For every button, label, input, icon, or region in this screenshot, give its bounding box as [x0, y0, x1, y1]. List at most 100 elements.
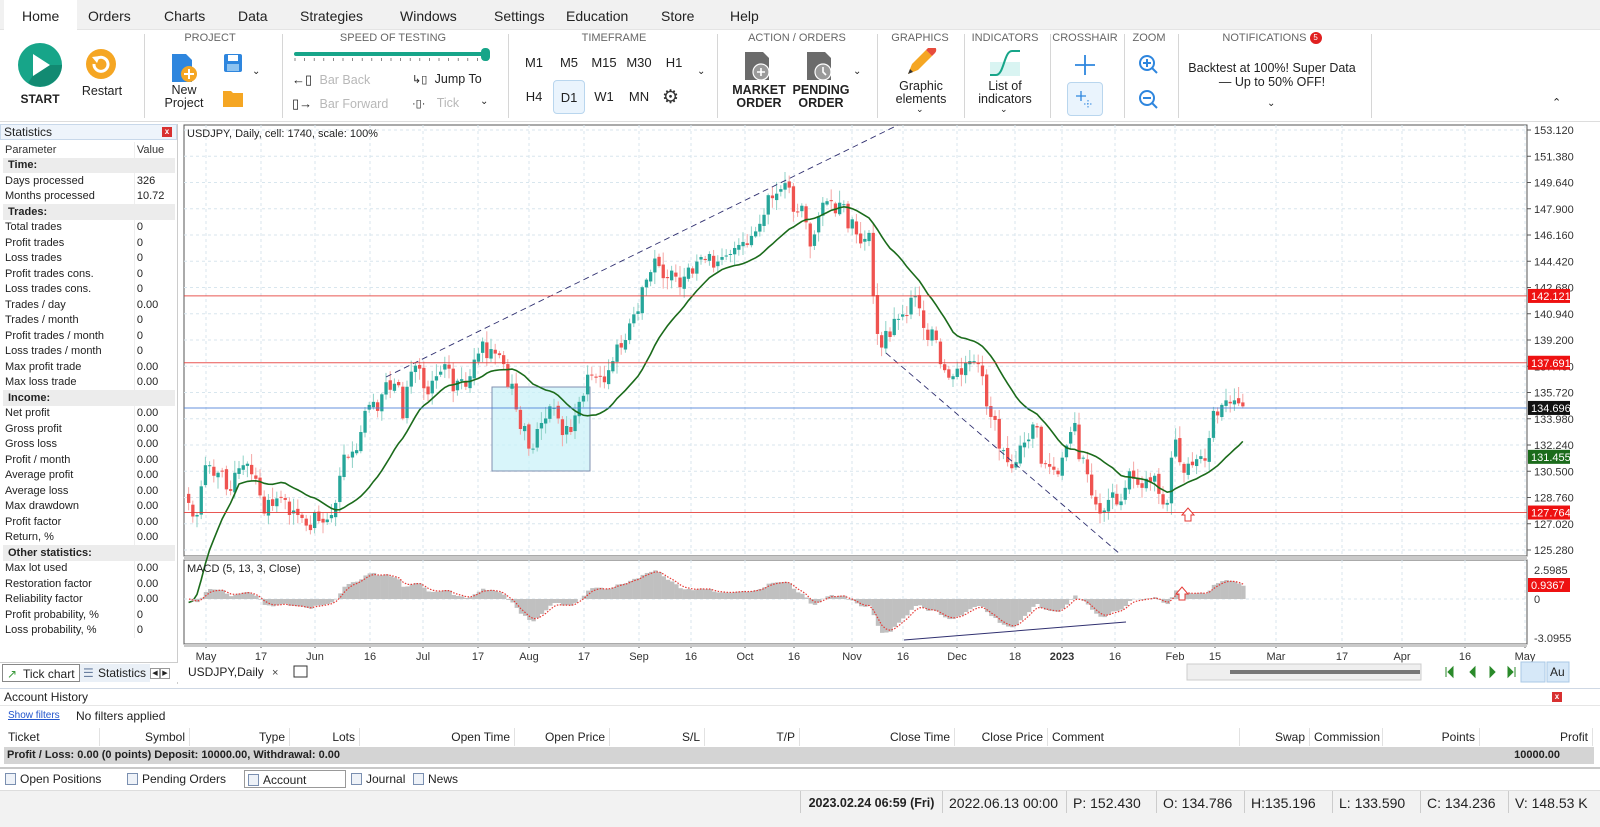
menu-store[interactable]: Store	[643, 0, 712, 30]
tab-news[interactable]: News	[410, 770, 460, 788]
notifications-group-title: NOTIFICATIONS	[1222, 32, 1307, 44]
timeframe-m5[interactable]: M5	[553, 46, 585, 80]
tab-statistics[interactable]: ☰ Statistics	[80, 664, 151, 682]
menu-education[interactable]: Education	[548, 0, 646, 30]
price-chart-area[interactable]: 153.120 151.380 149.640 147.900 146.160 144.4…	[180, 124, 1600, 684]
column-header-commission[interactable]: Commission	[1310, 728, 1383, 746]
parameter-value: 0.00	[133, 514, 175, 530]
market-order-button[interactable]: MARKET ORDER	[732, 50, 786, 112]
statistics-row: Trades / month 0	[3, 312, 175, 328]
nav-first-icon[interactable]	[1445, 665, 1454, 679]
timeframe-settings-gear-icon[interactable]: ⚙	[662, 86, 679, 109]
timeframe-m15[interactable]: M15	[588, 46, 620, 80]
pending-document-icon	[127, 773, 138, 785]
menu-windows[interactable]: Windows	[382, 0, 475, 30]
macd-histogram-bar	[1060, 599, 1065, 609]
print-chart-icon[interactable]	[1520, 661, 1546, 683]
show-filters-link[interactable]: Show filters	[8, 710, 60, 721]
speed-slider-thumb[interactable]	[481, 48, 490, 61]
timeframe-h1[interactable]: H1	[658, 46, 690, 80]
nav-prev-icon[interactable]	[1469, 665, 1476, 679]
graphic-elements-button[interactable]: Graphic elements ⌄	[886, 45, 956, 118]
pending-order-button[interactable]: PENDING ORDER	[792, 50, 850, 112]
column-header-open-time[interactable]: Open Time	[360, 728, 515, 746]
column-header-ticket[interactable]: Ticket	[4, 728, 100, 746]
column-header-symbol[interactable]: Symbol	[100, 728, 190, 746]
section-label: Time:	[3, 157, 175, 173]
list-of-indicators-button[interactable]: List of indicators ⌄	[970, 48, 1040, 118]
statistics-row: Loss trades cons. 0	[3, 281, 175, 297]
statistics-row: Profit trades / month 0	[3, 328, 175, 344]
menu-data[interactable]: Data	[220, 0, 286, 30]
column-header-t-p[interactable]: T/P	[705, 728, 800, 746]
close-statistics-icon[interactable]: x	[162, 127, 172, 137]
column-header-comment[interactable]: Comment	[1048, 728, 1240, 746]
macd-histogram-bar	[367, 573, 372, 599]
timeframe-group-title: TIMEFRAME	[581, 32, 647, 44]
chart-scrollbar-thumb[interactable]	[1230, 670, 1420, 674]
crosshair-extended-button[interactable]	[1067, 82, 1103, 116]
menu-charts[interactable]: Charts	[146, 0, 223, 30]
tab-tick-chart[interactable]: ↗ Tick chart	[2, 664, 80, 682]
macd-histogram-bar	[695, 589, 700, 599]
notifications-chevron-icon[interactable]: ⌄	[1267, 98, 1275, 109]
crosshair-button[interactable]	[1070, 52, 1100, 78]
zoom-in-button[interactable]	[1136, 52, 1162, 78]
column-header-points[interactable]: Points	[1383, 728, 1480, 746]
restart-button[interactable]: Restart	[78, 48, 126, 108]
collapse-ribbon-chevron-icon[interactable]: ⌃	[1552, 96, 1561, 109]
timeframe-d1[interactable]: D1	[553, 80, 585, 114]
tab-scroll-right-icon[interactable]: ▶	[160, 668, 170, 679]
tab-scroll-left-icon[interactable]: ◀	[150, 668, 160, 679]
column-header-close-price[interactable]: Close Price	[955, 728, 1048, 746]
nav-last-icon[interactable]	[1507, 665, 1516, 679]
menu-strategies[interactable]: Strategies	[282, 0, 381, 30]
column-header-open-price[interactable]: Open Price	[515, 728, 610, 746]
column-header-lots[interactable]: Lots	[290, 728, 360, 746]
menu-orders[interactable]: Orders	[70, 0, 149, 30]
zoom-out-button[interactable]	[1136, 87, 1162, 113]
start-button[interactable]: START	[14, 42, 66, 108]
tab-open-positions[interactable]: Open Positions [0]	[2, 770, 120, 804]
y-tick-label: 125.280	[1534, 545, 1574, 557]
macd-histogram-bar	[485, 590, 490, 599]
tab-journal[interactable]: Journal	[348, 770, 408, 788]
detach-window-icon[interactable]	[293, 665, 308, 678]
menu-help[interactable]: Help	[712, 0, 777, 30]
orders-dropdown-chevron-icon[interactable]: ⌄	[853, 66, 861, 77]
menu-home[interactable]: Home	[4, 0, 78, 30]
bar-back-button[interactable]: ←▯ Bar Back	[292, 72, 402, 90]
timeframe-m30[interactable]: M30	[623, 46, 655, 80]
column-header-close-time[interactable]: Close Time	[800, 728, 955, 746]
save-button[interactable]	[222, 52, 244, 74]
tab-pending-orders[interactable]: Pending Orders [0]	[124, 770, 242, 804]
timeframe-dropdown-chevron-icon[interactable]: ⌄	[697, 66, 705, 77]
x-tick-label: Jul	[416, 651, 430, 663]
tick-dropdown-chevron-icon[interactable]: ⌄	[480, 96, 488, 107]
chart-tab-label[interactable]: USDJPY,Daily	[188, 665, 264, 679]
candlestick-chart[interactable]: 153.120 151.380 149.640 147.900 146.160 144.4…	[180, 124, 1600, 684]
bar-forward-button[interactable]: ▯→ Bar Forward	[292, 96, 402, 114]
column-header-profit[interactable]: Profit	[1480, 728, 1593, 746]
nav-next-icon[interactable]	[1489, 665, 1496, 679]
notifications-badge[interactable]: 5	[1309, 32, 1322, 45]
column-header-s-l[interactable]: S/L	[610, 728, 705, 746]
tick-button[interactable]: ·▯· Tick	[412, 96, 472, 114]
jump-to-button[interactable]: ↳▯ Jump To	[412, 72, 492, 90]
notification-message[interactable]: Backtest at 100%! Super Data — Up to 50% …	[1184, 61, 1360, 89]
timeframe-m1[interactable]: M1	[518, 46, 550, 80]
column-header-swap[interactable]: Swap	[1240, 728, 1310, 746]
speed-slider[interactable]	[292, 48, 492, 64]
save-dropdown-chevron-icon[interactable]: ⌄	[252, 66, 260, 77]
timeframe-mn[interactable]: MN	[623, 80, 655, 114]
column-header-type[interactable]: Type	[190, 728, 290, 746]
timeframe-h4[interactable]: H4	[518, 80, 550, 114]
tab-account-history[interactable]: Account History	[244, 770, 346, 805]
close-account-history-icon[interactable]: x	[1552, 692, 1562, 702]
close-chart-tab-icon[interactable]: ×	[272, 667, 278, 679]
parameter-name: Profit probability, %	[5, 608, 99, 621]
new-project-button[interactable]: New Project	[162, 52, 206, 112]
macd-histogram-bar	[497, 592, 503, 599]
timeframe-w1[interactable]: W1	[588, 80, 620, 114]
open-folder-button[interactable]	[222, 88, 244, 108]
